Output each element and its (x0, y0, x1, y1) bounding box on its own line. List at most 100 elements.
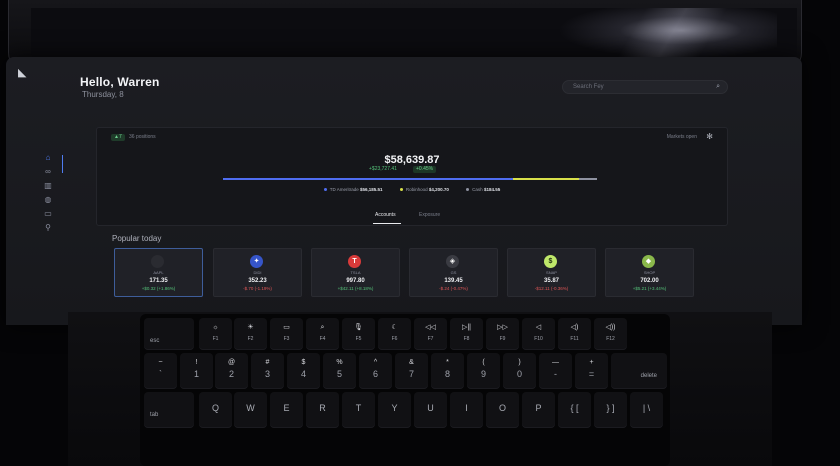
key-label: 1 (193, 369, 199, 379)
key-6[interactable]: ^ 6 (359, 353, 392, 389)
key-f2[interactable]: ☀ F2 (234, 318, 267, 350)
key-label: 5 (336, 369, 342, 379)
link-icon[interactable]: ∞ (42, 167, 54, 177)
key-f7[interactable]: ◁◁ F7 (414, 318, 447, 350)
key-label: R (319, 403, 326, 413)
positions-badge: ▲7 (111, 134, 125, 141)
key-esc[interactable]: esc (144, 318, 194, 350)
key-shift-label: ( (482, 359, 485, 366)
key-icon: ▭ (283, 324, 290, 331)
key-letter[interactable]: Y (378, 392, 411, 428)
key-letter[interactable]: Q (199, 392, 232, 428)
key-3[interactable]: #3 (251, 353, 284, 389)
key-icon: ◁) (570, 324, 579, 331)
stock-card-gs[interactable]: ◈ GS 139.45 -$.24 (-0.47%) (409, 248, 498, 297)
key-letter[interactable]: } ] (594, 392, 627, 428)
tab-active-underline (373, 223, 401, 224)
stock-change: -$.24 (-0.47%) (439, 286, 468, 291)
key-label: F2 (247, 336, 254, 342)
key-label: 7 (408, 369, 414, 379)
key-shift-label: % (336, 359, 343, 366)
key-letter[interactable]: T (342, 392, 375, 428)
key-label: F9 (499, 336, 506, 342)
key-f3[interactable]: ▭ F3 (270, 318, 303, 350)
key-9[interactable]: (9 (467, 353, 500, 389)
key-letter[interactable]: O (486, 392, 519, 428)
key-label: 3 (264, 369, 270, 379)
key-0[interactable]: ) 0 (503, 353, 536, 389)
key-5[interactable]: % 5 (323, 353, 356, 389)
tab-accounts[interactable]: Accounts (375, 212, 396, 219)
key-8[interactable]: * 8 (431, 353, 464, 389)
key-2[interactable]: @2 (215, 353, 248, 389)
tab-exposure[interactable]: Exposure (419, 212, 440, 219)
key-f9[interactable]: ▷▷ F9 (486, 318, 519, 350)
key-shift-label: ) (518, 359, 521, 366)
key-shift-label: ^ (373, 359, 378, 366)
broker-value: $4,200.70 (428, 187, 449, 192)
stock-card-snap[interactable]: $ SNAP 35.87 -$12.11 (-0.36%) (507, 248, 596, 297)
stock-change: -$12.11 (-0.36%) (534, 286, 569, 291)
stock-card-didi[interactable]: ✦ DIDI 352.23 -$.70 (-1.19%) (213, 248, 302, 297)
key-f12[interactable]: ◁)) F12 (594, 318, 627, 350)
key-icon: ◁)) (605, 324, 616, 331)
key--[interactable]: — - (539, 353, 572, 389)
key-f5[interactable]: 🎙 F5 (342, 318, 375, 350)
search-input[interactable]: Search Fey ⌕ (562, 80, 728, 94)
key-f8[interactable]: ▷|| F8 (450, 318, 483, 350)
allocation-segment-robinhood (513, 178, 579, 180)
key-4[interactable]: $4 (287, 353, 320, 389)
key-`[interactable]: ~ ` (144, 353, 177, 389)
stock-card-shop[interactable]: ◆ SHOP 702.00 +$5.21 (+3.44%) (605, 248, 694, 297)
broker-cash[interactable]: Cash $184.55 (466, 186, 500, 194)
fey-logo-icon[interactable]: ◣ (18, 67, 30, 79)
key-shift-label: — (552, 359, 559, 366)
key-7[interactable]: & 7 (395, 353, 428, 389)
key-label: - (554, 369, 557, 379)
search-icon: ⌕ (716, 83, 720, 90)
portfolio-total: $58,639.87 (384, 154, 440, 166)
key-f11[interactable]: ◁) F11 (558, 318, 591, 350)
key-letter[interactable]: E (270, 392, 303, 428)
key-letter[interactable]: W (234, 392, 267, 428)
portfolio-card: ▲7 36 positions Markets open ✻ $58,639.8… (96, 127, 728, 226)
key-letter[interactable]: R (306, 392, 339, 428)
shop-logo-icon: ◆ (642, 255, 655, 268)
gear-icon[interactable]: ✻ (706, 132, 713, 142)
user-icon[interactable]: ⚲ (42, 223, 54, 233)
stock-ticker: SNAP (546, 270, 557, 275)
stock-ticker: SHOP (643, 270, 656, 275)
key-label: U (427, 403, 434, 413)
broker-dot (399, 188, 403, 192)
key-f1[interactable]: ☼ F1 (199, 318, 232, 350)
key-label: } ] (606, 403, 615, 413)
broker-name: Robinhood (405, 187, 428, 192)
key-f4[interactable]: ⌕ F4 (306, 318, 339, 350)
key-letter[interactable]: I (450, 392, 483, 428)
key-label: delete (640, 373, 657, 379)
key-shift-label: # (265, 359, 270, 366)
positions-count: 36 positions (129, 134, 156, 140)
key-letter[interactable]: { [ (558, 392, 591, 428)
home-icon[interactable]: ⌂ (42, 153, 54, 163)
key-letter[interactable]: | \ (630, 392, 663, 428)
broker-td[interactable]: TD Ameritrade $56,185.51 (323, 186, 383, 194)
key-label: F7 (427, 336, 434, 342)
stock-price: 139.45 (444, 278, 463, 284)
globe-icon[interactable]: ◍ (42, 195, 54, 205)
aapl-logo-icon (151, 255, 164, 268)
broker-robinhood[interactable]: Robinhood $4,200.70 (399, 186, 449, 194)
key-f10[interactable]: ◁ F10 (522, 318, 555, 350)
stock-card-tsla[interactable]: T TSLA 997.80 +$42.11 (+8.18%) (311, 248, 400, 297)
key-label: I (465, 403, 468, 413)
key-f6[interactable]: ☾ F6 (378, 318, 411, 350)
wallet-icon[interactable]: ▭ (42, 209, 54, 219)
key-=[interactable]: + = (575, 353, 608, 389)
key-tab[interactable]: tab (144, 392, 194, 428)
key-letter[interactable]: P (522, 392, 555, 428)
key-1[interactable]: ! 1 (180, 353, 213, 389)
chart-icon[interactable]: ▥ (42, 181, 54, 191)
key-delete[interactable]: delete (611, 353, 667, 389)
key-letter[interactable]: U (414, 392, 447, 428)
stock-card-aapl[interactable]: AAPL 171.35 +$0.32 (+1.86%) (114, 248, 203, 297)
